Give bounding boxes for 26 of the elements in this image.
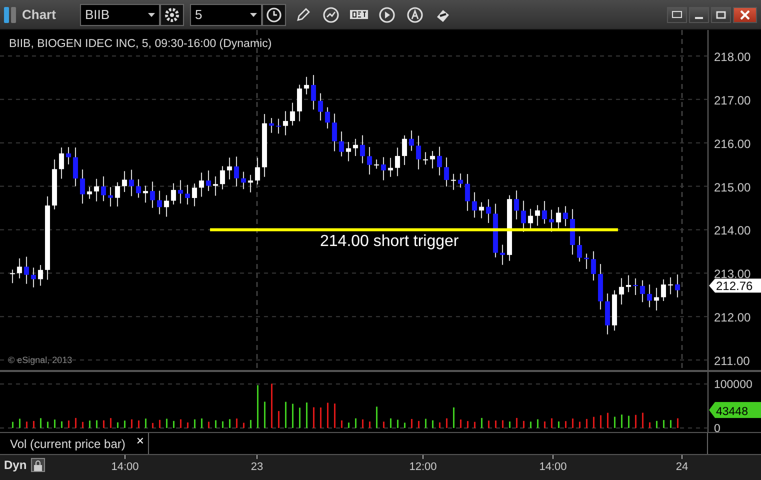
time-axis-label: 23 bbox=[250, 461, 264, 473]
price-axis-label: 215.00 bbox=[714, 180, 751, 194]
last-price-tag: 212.76 bbox=[709, 278, 761, 294]
price-axis-label: 211.00 bbox=[714, 354, 750, 368]
price-axis-label: 217.00 bbox=[714, 93, 751, 108]
price-axis-label: 216.00 bbox=[714, 136, 751, 151]
volume-axis-label: 0 bbox=[714, 423, 720, 432]
chart-legend: BIIB, BIOGEN IDEC INC, 5, 09:30-16:00 (Dynamic) bbox=[9, 38, 272, 50]
last-volume-tag: 43448 bbox=[709, 402, 761, 418]
close-study-button[interactable]: × bbox=[136, 433, 144, 448]
annotation-text: 214.00 short trigger bbox=[320, 233, 459, 250]
mode-label: Dyn bbox=[4, 458, 27, 472]
interval-dropdown[interactable]: 5 bbox=[190, 4, 262, 26]
window-title: Chart bbox=[22, 7, 56, 22]
volume-axis-label: 100000 bbox=[714, 379, 752, 391]
symbol-dropdown[interactable]: BIIB bbox=[80, 4, 160, 26]
price-axis-label: 212.00 bbox=[714, 310, 751, 325]
price-axis-label: 218.00 bbox=[714, 50, 751, 64]
price-axis-label: 213.00 bbox=[714, 267, 751, 282]
copyright-text: © eSignal, 2013 bbox=[8, 355, 72, 365]
time-axis-label: 14:00 bbox=[111, 461, 139, 473]
study-label: Vol (current price bar) bbox=[10, 436, 126, 450]
price-axis-label: 214.00 bbox=[714, 224, 751, 238]
time-axis-label: 24 bbox=[676, 461, 688, 473]
time-axis-label: 12:00 bbox=[409, 461, 437, 473]
time-axis-label: 14:00 bbox=[539, 461, 567, 473]
